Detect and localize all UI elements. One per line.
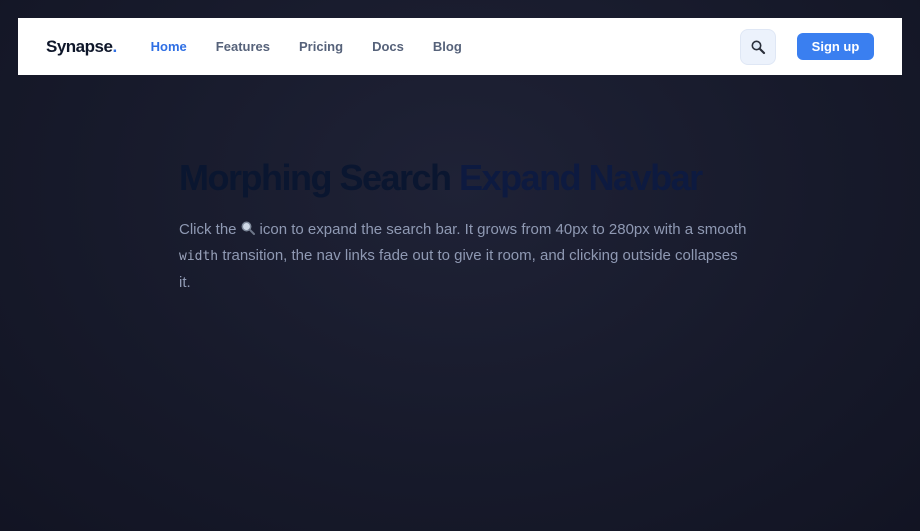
brand-name: Synapse (46, 36, 113, 56)
nav-link-docs[interactable]: Docs (372, 39, 404, 54)
hero-section: Morphing Search Expand Navbar Click the … (179, 155, 749, 296)
navbar: Synapse. Home Features Pricing Docs Blog… (18, 18, 902, 75)
brand-dot: . (112, 36, 117, 56)
hero-desc-part2: icon to expand the search bar. It grows … (259, 221, 747, 238)
nav-link-features[interactable]: Features (216, 39, 270, 54)
signup-button[interactable]: Sign up (797, 33, 874, 60)
search-button[interactable] (740, 28, 776, 65)
hero-description: Click the icon to expand the search bar.… (179, 217, 749, 296)
hero-desc-part3: transition, the nav links fade out to gi… (179, 247, 738, 291)
hero-title-part2: Expand Navbar (459, 157, 703, 198)
magnifier-icon (241, 221, 255, 235)
hero-title-part1: Morphing Search (179, 157, 460, 198)
brand-logo[interactable]: Synapse. (46, 37, 117, 57)
nav-link-blog[interactable]: Blog (433, 39, 462, 54)
nav-links: Home Features Pricing Docs Blog (151, 39, 462, 54)
nav-link-pricing[interactable]: Pricing (299, 39, 343, 54)
hero-desc-code: width (179, 249, 219, 264)
nav-link-home[interactable]: Home (151, 39, 187, 54)
hero-desc-part1: Click the (179, 221, 237, 238)
hero-title: Morphing Search Expand Navbar (179, 155, 749, 201)
magnifier-icon (751, 40, 766, 54)
